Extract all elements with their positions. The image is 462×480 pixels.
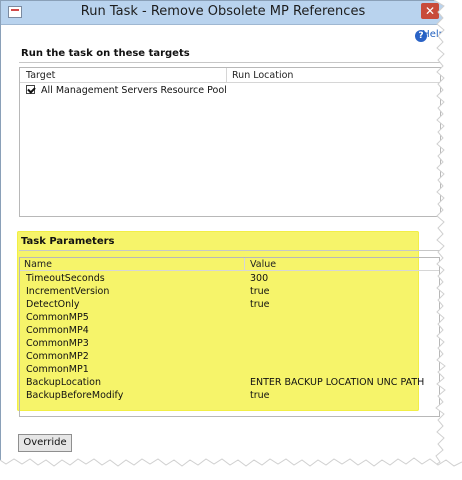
column-divider xyxy=(226,68,227,82)
help-link[interactable]: Help xyxy=(422,29,445,40)
close-icon[interactable]: ✕ xyxy=(421,3,439,19)
target-column-header[interactable]: Target xyxy=(26,70,55,81)
value-column-header[interactable]: Value xyxy=(250,259,276,270)
param-row-incrementversion[interactable]: IncrementVersion true xyxy=(20,286,439,298)
task-parameters-table[interactable]: Name Value TimeoutSeconds 300 IncrementV… xyxy=(19,257,440,417)
param-row-commonmp2[interactable]: CommonMP2 xyxy=(20,351,439,363)
task-parameters-heading: Task Parameters xyxy=(21,236,115,247)
param-row-commonmp5[interactable]: CommonMP5 xyxy=(20,312,439,324)
param-name: BackupLocation xyxy=(26,377,102,388)
param-row-commonmp3[interactable]: CommonMP3 xyxy=(20,338,439,350)
param-value[interactable]: 300 xyxy=(250,273,268,284)
param-value[interactable]: ENTER BACKUP LOCATION UNC PATH xyxy=(250,377,424,388)
window-icon xyxy=(8,6,22,18)
param-name: CommonMP3 xyxy=(26,338,89,349)
title-bar: Run Task - Remove Obsolete MP References… xyxy=(1,1,445,25)
param-value[interactable]: true xyxy=(250,390,270,401)
param-row-detectonly[interactable]: DetectOnly true xyxy=(20,299,439,311)
param-row-backuplocation[interactable]: BackupLocation ENTER BACKUP LOCATION UNC… xyxy=(20,377,439,389)
param-name: IncrementVersion xyxy=(26,286,110,297)
param-row-commonmp1[interactable]: CommonMP1 xyxy=(20,364,439,376)
param-name: CommonMP5 xyxy=(26,312,89,323)
run-task-dialog: Run Task - Remove Obsolete MP References… xyxy=(0,0,446,470)
targets-section-heading: Run the task on these targets xyxy=(21,48,190,59)
params-header: Name Value xyxy=(20,258,439,271)
targets-divider xyxy=(19,62,445,63)
param-row-backupbeforemodify[interactable]: BackupBeforeModify true xyxy=(20,390,439,402)
param-name: CommonMP4 xyxy=(26,325,89,336)
target-name: All Management Servers Resource Pool xyxy=(41,85,227,96)
task-parameters-divider xyxy=(19,250,443,251)
targets-list[interactable]: Target Run Location All Management Serve… xyxy=(19,67,441,217)
param-value[interactable]: true xyxy=(250,299,270,310)
column-divider xyxy=(244,258,245,270)
param-name: CommonMP2 xyxy=(26,351,89,362)
override-button[interactable]: Override xyxy=(18,434,72,452)
param-name: CommonMP1 xyxy=(26,364,89,375)
run-location-column-header[interactable]: Run Location xyxy=(232,70,293,81)
window-title: Run Task - Remove Obsolete MP References xyxy=(80,4,366,19)
target-row[interactable]: All Management Servers Resource Pool xyxy=(26,85,227,97)
param-name: BackupBeforeModify xyxy=(26,390,124,401)
targets-header: Target Run Location xyxy=(20,68,440,83)
param-row-timeoutseconds[interactable]: TimeoutSeconds 300 xyxy=(20,273,439,285)
param-name: TimeoutSeconds xyxy=(26,273,105,284)
checkbox-checked-icon[interactable] xyxy=(26,85,35,94)
name-column-header[interactable]: Name xyxy=(24,259,52,270)
param-row-commonmp4[interactable]: CommonMP4 xyxy=(20,325,439,337)
param-name: DetectOnly xyxy=(26,299,80,310)
param-value[interactable]: true xyxy=(250,286,270,297)
